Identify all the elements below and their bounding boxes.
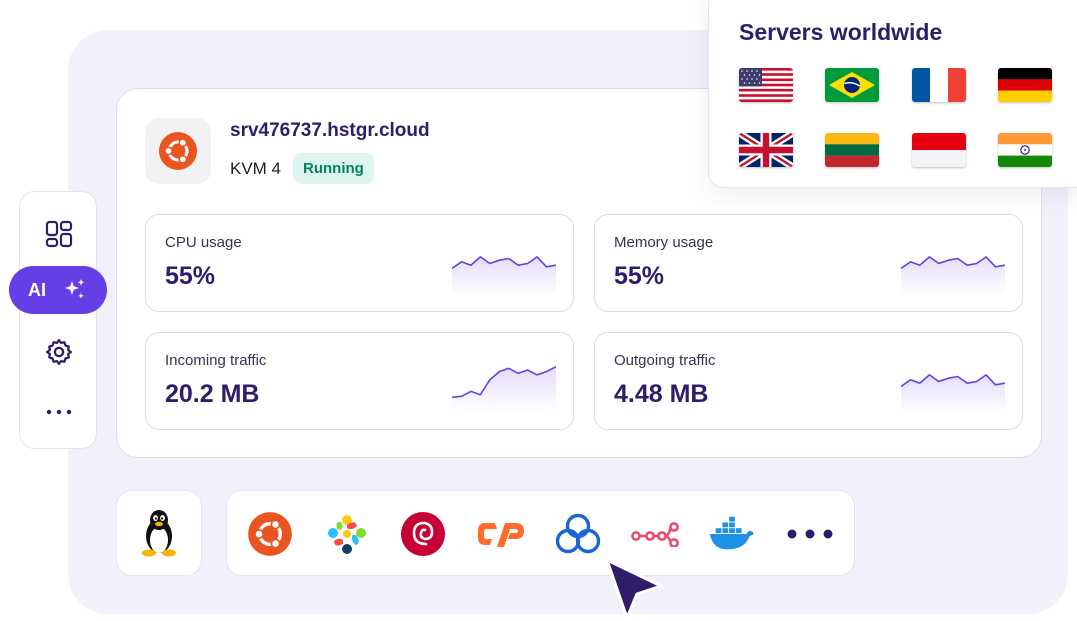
sparkline-area: [901, 256, 1005, 295]
server-os-badge: [145, 118, 211, 184]
app-ubuntu[interactable]: [246, 510, 294, 558]
us-flag[interactable]: [739, 68, 793, 102]
app-cpanel[interactable]: [477, 510, 525, 558]
metric-card-outgoing: Outgoing traffic 4.48 MB: [594, 332, 1023, 430]
more-icon: [787, 529, 833, 539]
app-n8n[interactable]: [631, 510, 679, 558]
ai-label: AI: [28, 279, 46, 300]
panel-title: Servers worldwide: [739, 19, 943, 45]
metric-value: 55%: [614, 262, 665, 290]
lithuania-flag[interactable]: [825, 133, 879, 167]
metric-value: 4.48 MB: [614, 380, 709, 408]
sidebar-rail: [19, 191, 97, 449]
app-more[interactable]: [786, 510, 834, 558]
france-flag[interactable]: [912, 68, 966, 102]
sparkles-icon: [65, 279, 85, 299]
status-badge: Running: [293, 153, 374, 184]
app-debian[interactable]: [399, 510, 447, 558]
metric-card-memory: Memory usage 55%: [594, 214, 1023, 312]
metric-label: Incoming traffic: [165, 352, 267, 369]
dashboard-icon: [45, 220, 73, 248]
cpu-sparkline: [452, 256, 556, 295]
indonesia-flag[interactable]: [912, 133, 966, 167]
uk-flag[interactable]: [739, 133, 793, 167]
server-hostname[interactable]: srv476737.hstgr.cloud: [230, 120, 430, 142]
more-icon: [46, 409, 72, 415]
sparkline-area: [452, 256, 556, 295]
almalinux-icon: [328, 515, 366, 554]
sidebar-item-more[interactable]: [20, 392, 98, 432]
gear-icon: [46, 339, 72, 365]
metric-value: 20.2 MB: [165, 380, 260, 408]
india-flag[interactable]: [998, 133, 1052, 167]
cloudpanel-icon: [555, 513, 601, 554]
sidebar-item-settings[interactable]: [20, 332, 98, 372]
germany-flag[interactable]: [998, 68, 1052, 102]
n8n-icon: [631, 522, 679, 547]
brazil-flag[interactable]: [825, 68, 879, 102]
app-cloudpanel[interactable]: [554, 510, 602, 558]
incoming-sparkline: [452, 365, 556, 413]
metric-label: CPU usage: [165, 234, 242, 251]
metric-label: Outgoing traffic: [614, 352, 716, 369]
sparkline-area: [901, 374, 1005, 413]
docker-icon: [709, 516, 754, 550]
os-app-picker: [226, 490, 855, 576]
debian-icon: [401, 512, 445, 556]
cpanel-icon: [478, 523, 524, 547]
memory-sparkline: [901, 256, 1005, 295]
linux-tux-icon: [142, 510, 176, 557]
ai-assistant-button[interactable]: AI: [9, 266, 107, 314]
metric-value: 55%: [165, 262, 216, 290]
metric-label: Memory usage: [614, 234, 714, 251]
outgoing-sparkline: [901, 374, 1005, 413]
ubuntu-icon: [159, 132, 197, 170]
app-docker[interactable]: [708, 510, 756, 558]
servers-worldwide-panel: Servers worldwide: [708, 0, 1077, 188]
app-almalinux[interactable]: [323, 510, 371, 558]
metric-card-cpu: CPU usage 55%: [145, 214, 574, 312]
sidebar-item-dashboard[interactable]: [20, 214, 98, 254]
os-tile-linux[interactable]: [116, 490, 202, 576]
metric-card-incoming: Incoming traffic 20.2 MB: [145, 332, 574, 430]
server-plan: KVM 4: [230, 159, 282, 178]
cursor-pointer-icon: [605, 558, 663, 620]
ubuntu-icon: [248, 512, 292, 556]
